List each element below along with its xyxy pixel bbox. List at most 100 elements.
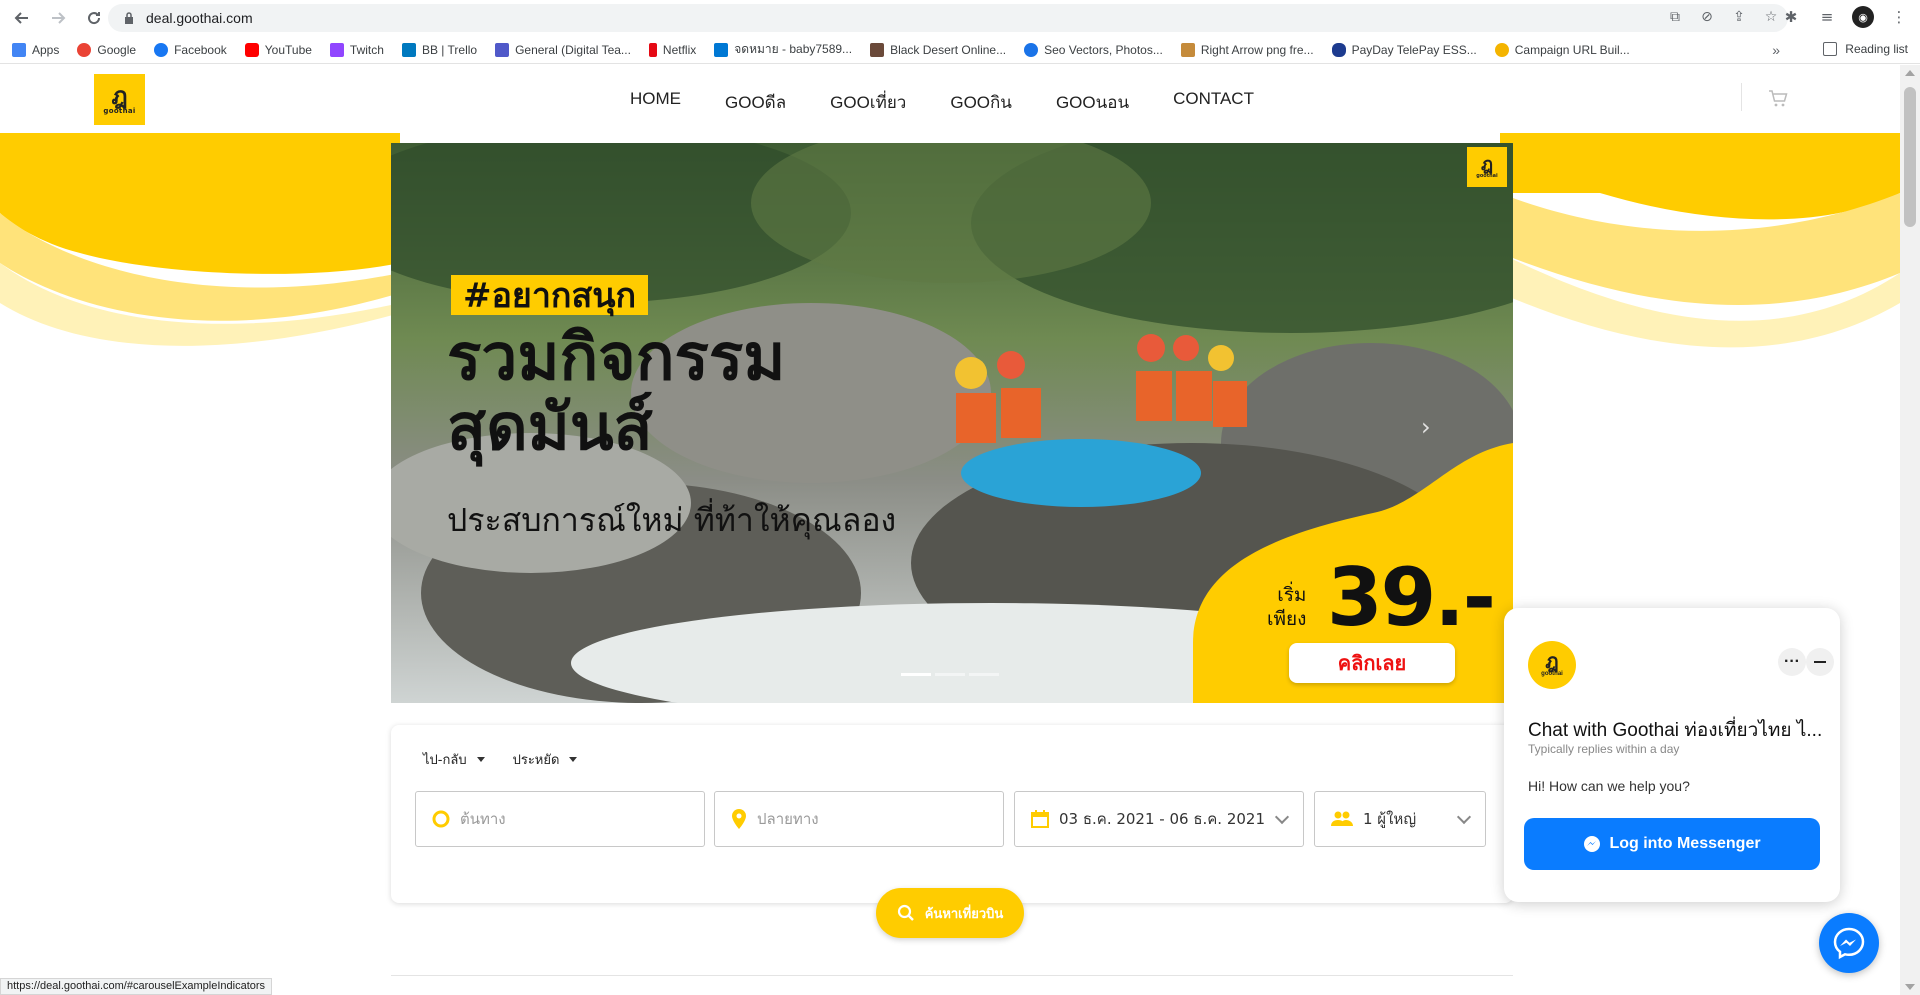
bookmark-item[interactable]: Black Desert Online...	[870, 42, 1006, 57]
passengers-field[interactable]: 1 ผู้ใหญ่	[1314, 791, 1486, 847]
circle-icon	[432, 810, 450, 828]
nav-gootravel[interactable]: GOOเที่ยว	[830, 89, 906, 116]
bookmark-label: Campaign URL Buil...	[1514, 42, 1630, 57]
bookmark-label: YouTube	[264, 42, 312, 57]
hero-carousel[interactable]: ฎ goothai #อยากสนุก รวมกิจกรรม สุดมันส์ …	[391, 143, 1513, 703]
trello-icon	[401, 42, 416, 57]
extensions-icon[interactable]: ✱	[1780, 6, 1802, 28]
bookmark-item[interactable]: Seo Vectors, Photos...	[1024, 42, 1163, 57]
bookmark-label: Apps	[32, 42, 60, 57]
bookmark-item[interactable]: Facebook	[154, 42, 227, 57]
bookmark-label: General (Digital Tea...	[515, 42, 631, 57]
login-label: Log into Messenger	[1609, 835, 1761, 852]
bookmark-label: จดหมาย - baby7589...	[734, 42, 853, 56]
scroll-up-arrow-icon[interactable]	[1905, 70, 1915, 76]
bookmark-item[interactable]: Google	[77, 42, 136, 57]
calendar-icon	[1031, 810, 1049, 828]
carousel-indicator[interactable]	[901, 673, 931, 676]
scrollbar-thumb[interactable]	[1904, 87, 1916, 227]
nav-goosleep[interactable]: GOOนอน	[1056, 89, 1129, 116]
bookmark-item[interactable]: Campaign URL Buil...	[1494, 42, 1630, 57]
bookmark-label: Netflix	[662, 42, 697, 57]
search-icon	[897, 904, 914, 921]
address-bar[interactable]: deal.goothai.com ⧉ ⊘ ⇪ ☆	[108, 4, 1788, 32]
chevron-double-right-icon[interactable]: »	[1772, 42, 1780, 58]
reload-button[interactable]	[80, 4, 108, 32]
reading-list-icon	[1823, 42, 1838, 56]
headline-line-2: สุดมันส์	[447, 391, 653, 465]
nav-contact[interactable]: CONTACT	[1173, 89, 1254, 116]
minus-icon	[1814, 661, 1826, 663]
twitch-icon	[329, 42, 344, 57]
search-flights-button[interactable]: ค้นหาเที่ยวบิน	[876, 888, 1024, 938]
carousel-indicators	[901, 673, 999, 676]
more-options-button[interactable]: ···	[1778, 648, 1806, 676]
bookmarks-bar: Apps Google Facebook YouTube Twitch BB |…	[0, 36, 1920, 64]
translate-icon[interactable]: ⧉	[1666, 8, 1684, 26]
bookmark-item[interactable]: PayDay TelePay ESS...	[1331, 42, 1477, 57]
bookmark-item[interactable]: YouTube	[244, 42, 312, 57]
nav-gooeat[interactable]: GOOกิน	[950, 89, 1012, 116]
minimize-button[interactable]	[1806, 648, 1834, 676]
logo-text: goothai	[103, 106, 136, 115]
campaign-icon	[1494, 42, 1509, 57]
scroll-down-arrow-icon[interactable]	[1905, 984, 1915, 990]
bookmark-item[interactable]: Netflix	[648, 42, 697, 57]
profile-avatar[interactable]: ◉	[1852, 6, 1874, 28]
carousel-indicator[interactable]	[935, 673, 965, 676]
chat-avatar: ฎ goothai	[1528, 641, 1576, 689]
destination-field[interactable]	[714, 791, 1004, 847]
outlook-icon	[714, 42, 729, 57]
banner-headline: รวมกิจกรรม สุดมันส์	[447, 323, 785, 463]
main-nav: HOME GOOดีล GOOเที่ยว GOOกิน GOOนอน CONT…	[630, 89, 1254, 116]
cabin-class-dropdown[interactable]: ประหยัด	[513, 749, 578, 770]
log-into-messenger-button[interactable]: Log into Messenger	[1524, 818, 1820, 870]
site-header: ฎ goothai HOME GOOดีล GOOเที่ยว GOOกิน G…	[0, 65, 1900, 133]
chat-greeting: Hi! How can we help you?	[1528, 778, 1690, 794]
site-logo[interactable]: ฎ goothai	[94, 74, 145, 125]
date-range-field[interactable]: 03 ธ.ค. 2021 - 06 ธ.ค. 2021	[1014, 791, 1304, 847]
lock-icon	[122, 11, 136, 25]
share-icon[interactable]: ⇪	[1730, 8, 1748, 26]
nav-goodeal[interactable]: GOOดีล	[725, 89, 786, 116]
bookmark-label: Seo Vectors, Photos...	[1044, 42, 1163, 57]
price-prefix-line-2: เพียง	[1267, 608, 1307, 630]
star-icon[interactable]: ☆	[1762, 8, 1780, 26]
chevron-right-icon[interactable]: ›	[1421, 413, 1431, 441]
bookmark-item[interactable]: Right Arrow png fre...	[1180, 42, 1314, 57]
bookmark-item[interactable]: จดหมาย - baby7589...	[714, 40, 852, 59]
bookmark-item[interactable]: Apps	[12, 42, 60, 57]
cart-icon[interactable]	[1768, 89, 1788, 107]
trip-type-value: ไป-กลับ	[423, 753, 467, 768]
reading-list-button[interactable]: Reading list	[1823, 42, 1908, 56]
destination-input[interactable]	[757, 810, 937, 828]
eye-off-icon[interactable]: ⊘	[1698, 8, 1716, 26]
click-now-button[interactable]: คลิกเลย	[1289, 643, 1455, 683]
kebab-menu-icon[interactable]: ⋮	[1888, 6, 1910, 28]
netflix-icon	[648, 42, 657, 57]
messenger-launcher-button[interactable]	[1819, 913, 1879, 973]
carousel-indicator[interactable]	[969, 673, 999, 676]
reload-icon	[88, 12, 101, 25]
chat-title: Chat with Goothai ท่องเที่ยวไทย ไ...	[1528, 720, 1823, 741]
trip-type-dropdown[interactable]: ไป-กลับ	[423, 749, 485, 770]
origin-field[interactable]	[415, 791, 705, 847]
bookmark-item[interactable]: General (Digital Tea...	[495, 42, 631, 57]
apps-grid-icon	[12, 42, 26, 57]
chat-reply-time: Typically replies within a day	[1528, 742, 1680, 756]
nav-home[interactable]: HOME	[630, 89, 681, 116]
car-icon	[1331, 42, 1346, 57]
forward-button[interactable]	[44, 4, 72, 32]
bookmark-item[interactable]: Twitch	[329, 42, 384, 57]
back-button[interactable]	[8, 4, 36, 32]
caret-down-icon	[569, 757, 578, 762]
bookmark-item[interactable]: BB | Trello	[401, 42, 477, 57]
origin-input[interactable]	[460, 810, 640, 828]
passengers-value: 1 ผู้ใหญ่	[1363, 810, 1417, 828]
url-text: deal.goothai.com	[146, 10, 253, 26]
media-icon[interactable]: ≡	[1816, 6, 1838, 28]
search-button-label: ค้นหาเที่ยวบิน	[924, 906, 1004, 922]
page-scrollbar[interactable]	[1900, 65, 1920, 995]
bookmark-label: Facebook	[174, 42, 227, 57]
logo-text: goothai	[1476, 172, 1498, 179]
